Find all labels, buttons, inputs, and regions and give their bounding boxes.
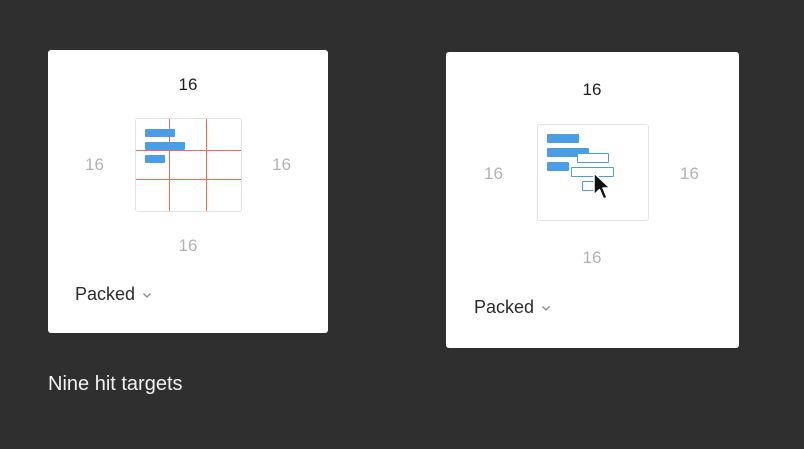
layout-bar xyxy=(547,162,569,171)
caption-text: Nine hit targets xyxy=(48,373,183,395)
padding-left-value[interactable]: 16 xyxy=(484,164,503,184)
alignment-panel-right: 16 16 16 16 Packed xyxy=(446,52,739,348)
layout-bar xyxy=(145,142,185,150)
padding-bottom-value[interactable]: 16 xyxy=(583,248,602,268)
padding-bottom-value[interactable]: 16 xyxy=(179,236,198,256)
alignment-guide-line xyxy=(136,179,241,180)
layout-bar xyxy=(145,129,175,137)
mouse-cursor-icon xyxy=(593,172,611,200)
padding-top-value[interactable]: 16 xyxy=(179,75,198,95)
padding-right-value[interactable]: 16 xyxy=(680,164,699,184)
alignment-guide-line xyxy=(206,119,207,211)
spacing-mode-label: Packed xyxy=(474,297,535,317)
chevron-down-icon xyxy=(143,292,152,298)
chevron-down-icon xyxy=(542,305,551,311)
alignment-panel-left: 16 16 16 16 Packed xyxy=(48,50,328,333)
drag-preview-bar xyxy=(577,153,609,163)
layout-bar xyxy=(547,134,579,143)
spacing-mode-label: Packed xyxy=(75,284,136,304)
alignment-grid[interactable] xyxy=(537,124,649,221)
padding-top-value[interactable]: 16 xyxy=(583,80,602,100)
alignment-guide-line xyxy=(136,150,241,151)
spacing-mode-dropdown[interactable]: Packed xyxy=(474,297,551,318)
alignment-grid[interactable] xyxy=(135,118,242,212)
layout-bar xyxy=(145,155,165,163)
padding-right-value[interactable]: 16 xyxy=(272,155,291,175)
padding-left-value[interactable]: 16 xyxy=(85,155,104,175)
spacing-mode-dropdown[interactable]: Packed xyxy=(75,284,152,305)
